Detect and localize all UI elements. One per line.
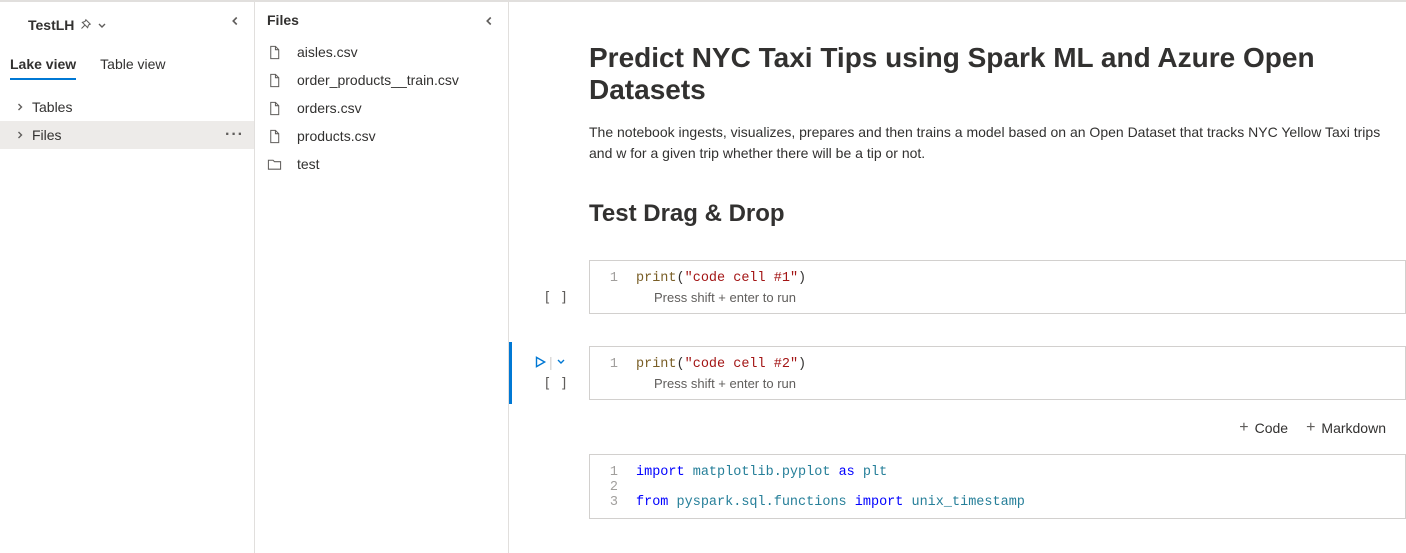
files-header: Files [255, 2, 508, 38]
insert-markdown-button[interactable]: +Markdown [1306, 420, 1386, 436]
run-menu-button[interactable] [555, 354, 567, 370]
files-title: Files [267, 12, 299, 28]
notebook-description: The notebook ingests, visualizes, prepar… [589, 122, 1406, 164]
file-item[interactable]: products.csv [255, 122, 508, 150]
tree-label: Tables [32, 99, 72, 115]
line-number: 1 [606, 357, 636, 372]
run-cell-button[interactable] [533, 355, 547, 369]
cell-editor[interactable]: 1print("code cell #2")Press shift + ente… [589, 346, 1406, 400]
file-name: products.csv [297, 128, 376, 144]
cell-editor[interactable]: 1print("code cell #1")Press shift + ente… [589, 260, 1406, 314]
plus-icon: + [1239, 420, 1248, 436]
code-line: 3from pyspark.sql.functions import unix_… [590, 495, 1405, 510]
files-panel: Files aisles.csv order_products__train.cs… [255, 2, 509, 553]
notebook-title: Predict NYC Taxi Tips using Spark ML and… [589, 42, 1406, 106]
code-content: print("code cell #1") [636, 271, 806, 286]
insert-code-button[interactable]: +Code [1239, 420, 1288, 436]
file-icon [267, 73, 283, 88]
folder-icon [267, 157, 283, 172]
cell-editor[interactable]: 1import matplotlib.pyplot as plt23from p… [589, 454, 1406, 519]
code-content: print("code cell #2") [636, 357, 806, 372]
run-controls: | [533, 354, 567, 370]
code-content: from pyspark.sql.functions import unix_t… [636, 495, 1025, 510]
code-cell[interactable]: [ ]1print("code cell #1")Press shift + e… [589, 260, 1406, 314]
chevron-down-icon[interactable] [96, 19, 108, 31]
code-cell[interactable]: 1import matplotlib.pyplot as plt23from p… [589, 454, 1406, 519]
line-number: 1 [606, 465, 636, 480]
file-item[interactable]: orders.csv [255, 94, 508, 122]
pin-icon[interactable] [78, 18, 92, 32]
cell-prompt: [ ] [543, 376, 568, 392]
file-list: aisles.csv order_products__train.csvorder… [255, 38, 508, 178]
tab-table-view[interactable]: Table view [100, 50, 165, 80]
tree-label: Files [32, 127, 62, 143]
chevron-right-icon [14, 129, 28, 141]
code-line: 1import matplotlib.pyplot as plt [590, 465, 1405, 480]
more-options-icon[interactable]: ··· [225, 126, 244, 144]
code-line: 1print("code cell #1") [590, 271, 1405, 286]
collapse-files-button[interactable] [478, 10, 500, 35]
code-line: 1print("code cell #2") [590, 357, 1405, 372]
code-line: 2 [590, 480, 1405, 495]
file-name: aisles.csv [297, 44, 358, 60]
file-item[interactable]: test [255, 150, 508, 178]
divider: | [549, 354, 553, 370]
view-tabs: Lake view Table view [0, 42, 254, 81]
file-icon [267, 129, 283, 144]
notebook-area: Predict NYC Taxi Tips using Spark ML and… [509, 2, 1406, 553]
collapse-sidebar-button[interactable] [224, 10, 246, 35]
file-item[interactable]: aisles.csv [255, 38, 508, 66]
line-number: 2 [606, 480, 636, 495]
line-number: 1 [606, 271, 636, 286]
tab-lake-view[interactable]: Lake view [10, 50, 76, 80]
file-name: test [297, 156, 320, 172]
file-name: order_products__train.csv [297, 72, 459, 88]
file-icon [267, 101, 283, 116]
lakehouse-header: TestLH [0, 2, 254, 42]
line-number: 3 [606, 495, 636, 510]
notebook-subtitle: Test Drag & Drop [589, 200, 1406, 228]
run-hint: Press shift + enter to run [590, 372, 1405, 391]
code-cell[interactable]: |[ ]1print("code cell #2")Press shift + … [589, 346, 1406, 400]
explorer-tree: Tables Files ··· [0, 81, 254, 149]
file-icon [267, 45, 283, 60]
file-item[interactable]: order_products__train.csv [255, 66, 508, 94]
insert-cell-row: +Code +Markdown [589, 412, 1406, 444]
code-content: import matplotlib.pyplot as plt [636, 465, 887, 480]
cell-prompt: [ ] [543, 290, 568, 306]
lakehouse-sidebar: TestLH Lake view Table view [0, 2, 255, 553]
file-name: orders.csv [297, 100, 362, 116]
tree-item-tables[interactable]: Tables [0, 93, 254, 121]
run-hint: Press shift + enter to run [590, 286, 1405, 305]
lakehouse-name: TestLH [28, 17, 74, 33]
tree-item-files[interactable]: Files ··· [0, 121, 254, 149]
plus-icon: + [1306, 420, 1315, 436]
chevron-right-icon [14, 101, 28, 113]
